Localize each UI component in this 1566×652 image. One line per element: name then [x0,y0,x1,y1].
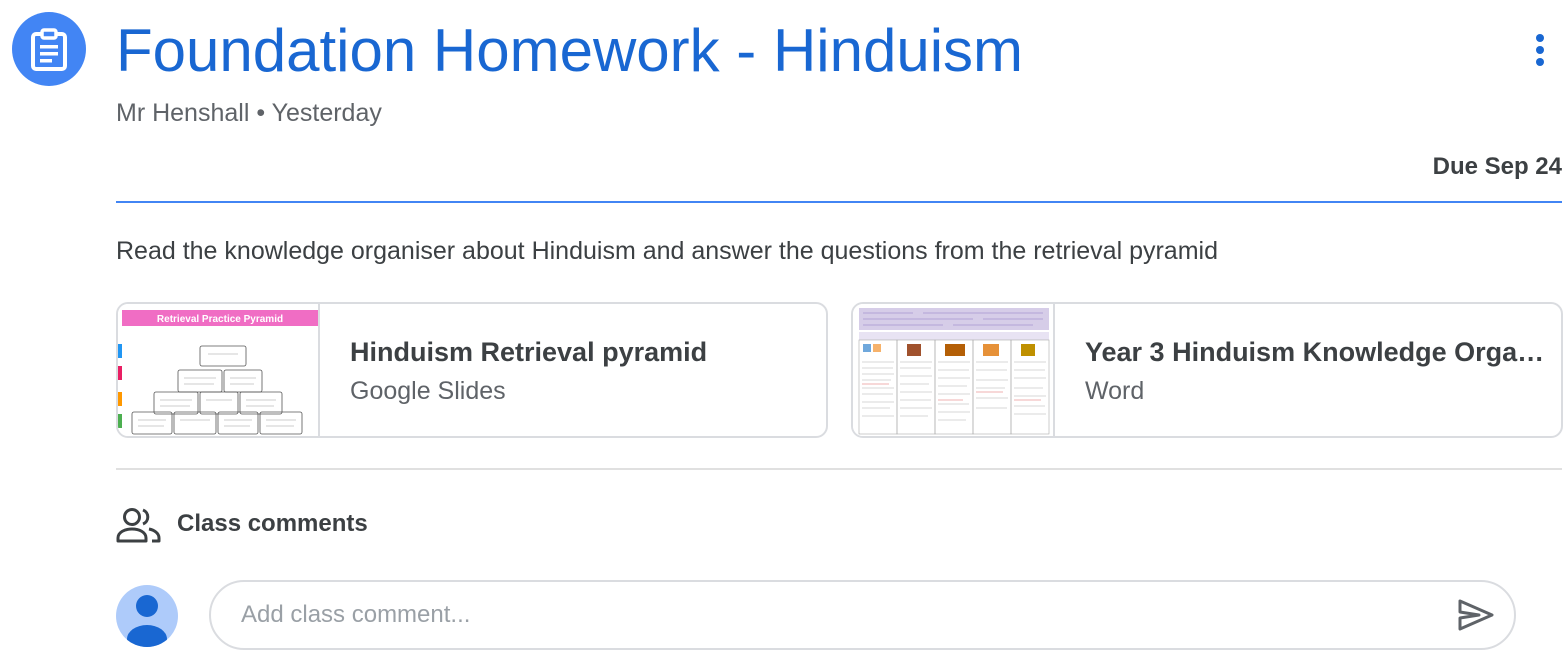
user-avatar-icon [127,595,167,647]
comment-box [209,580,1516,650]
thumbnail-banner-text: Retrieval Practice Pyramid [157,314,283,325]
class-comment-input[interactable] [241,582,1421,648]
section-divider [116,468,1562,470]
attachment-thumbnail-slides: Retrieval Practice Pyramid [118,304,320,436]
more-vert-icon [1536,34,1544,66]
header-divider [116,201,1562,203]
author-name: Mr Henshall [116,99,250,127]
class-comments-label: Class comments [177,510,368,537]
page-title: Foundation Homework - Hinduism [116,17,1024,84]
attachment-type: Google Slides [350,377,506,405]
assignment-page: Foundation Homework - Hinduism Mr Hensha… [0,0,1566,652]
meta-separator: • [256,99,266,127]
avatar [116,585,178,647]
attachment-type: Word [1085,377,1145,405]
send-comment-button[interactable] [1456,595,1496,635]
attachment-card-slides[interactable]: Retrieval Practice Pyramid Hinduism Retr… [116,302,828,438]
posted-time: Yesterday [271,99,382,127]
assignment-instructions: Read the knowledge organiser about Hindu… [116,237,1218,265]
attachment-thumbnail-word [853,304,1055,436]
attachment-title: Year 3 Hinduism Knowledge Organiser [1085,337,1555,367]
people-icon [116,508,161,543]
post-meta: Mr Henshall • Yesterday [116,97,382,129]
due-date: Due Sep 24 [1432,153,1562,180]
attachment-title: Hinduism Retrieval pyramid [350,337,708,367]
more-options-button[interactable] [1518,26,1562,74]
attachment-card-word[interactable]: Year 3 Hinduism Knowledge Organiser Word [851,302,1563,438]
assignment-icon [12,12,86,86]
send-icon [1458,599,1494,631]
